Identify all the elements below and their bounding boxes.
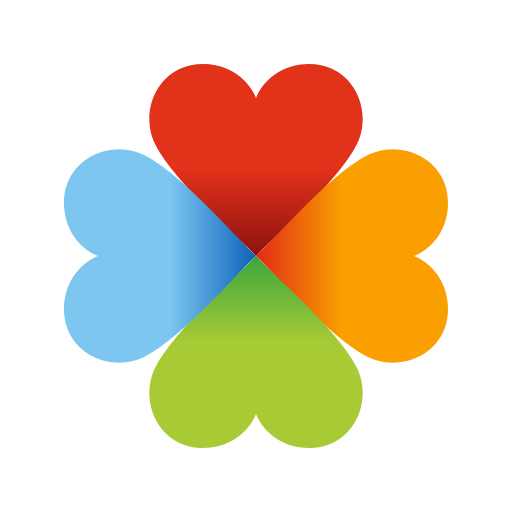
- logo-canvas: [0, 0, 512, 512]
- four-heart-clover-logo: [64, 64, 448, 448]
